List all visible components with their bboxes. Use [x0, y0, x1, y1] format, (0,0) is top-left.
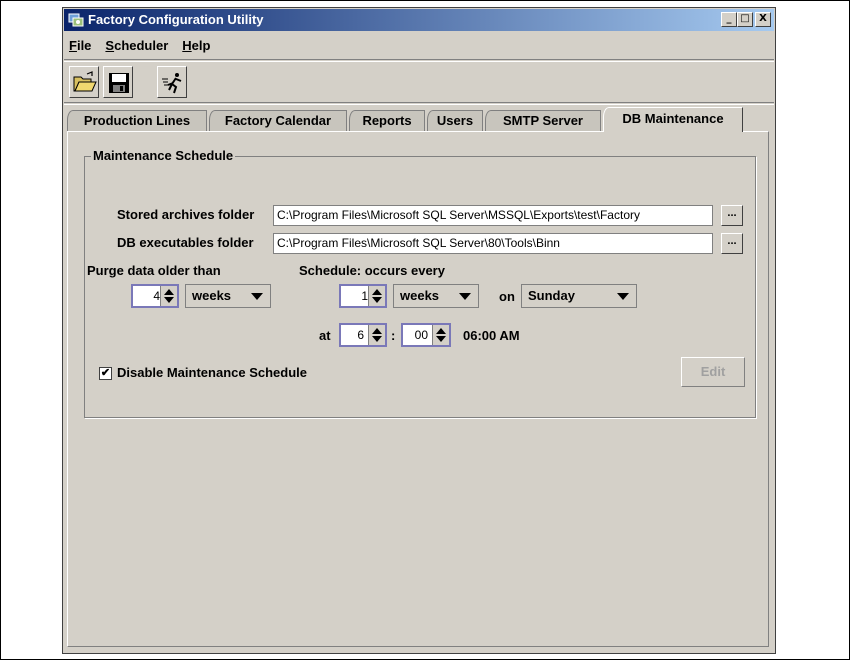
chevron-down-icon — [617, 293, 629, 300]
tab-users[interactable]: Users — [427, 110, 483, 131]
executables-label: DB executables folder — [117, 235, 254, 250]
chevron-down-icon — [251, 293, 263, 300]
menu-help[interactable]: Help — [182, 38, 210, 53]
floppy-disk-icon — [109, 73, 129, 93]
schedule-value: 1 — [361, 289, 368, 303]
time-colon: : — [391, 328, 396, 343]
toolbar-separator — [64, 102, 774, 105]
purge-unit-select[interactable]: weeks — [185, 284, 271, 308]
on-label: on — [499, 289, 515, 304]
archives-folder-input[interactable]: C:\Program Files\Microsoft SQL Server\MS… — [273, 205, 713, 226]
edit-button[interactable]: Edit — [681, 357, 745, 387]
archives-label: Stored archives folder — [117, 207, 255, 222]
open-button[interactable] — [69, 66, 99, 98]
save-button[interactable] — [103, 66, 133, 98]
executables-folder-input[interactable]: C:\Program Files\Microsoft SQL Server\80… — [273, 233, 713, 254]
purge-value: 4 — [153, 289, 160, 303]
tab-smtp-server[interactable]: SMTP Server — [485, 110, 601, 131]
minute-spinner[interactable]: 00 — [401, 323, 451, 347]
tab-factory-calendar[interactable]: Factory Calendar — [209, 110, 347, 131]
title-bar[interactable]: Factory Configuration Utility _ □ X — [64, 9, 774, 31]
tab-reports[interactable]: Reports — [349, 110, 425, 131]
db-maintenance-panel: Maintenance Schedule Stored archives fol… — [67, 131, 769, 647]
menu-separator — [64, 59, 774, 62]
app-window: Factory Configuration Utility _ □ X File… — [62, 7, 776, 654]
day-value: Sunday — [528, 288, 575, 303]
checkmark-icon: ✔ — [100, 367, 111, 379]
menu-bar: File Scheduler Help — [69, 38, 210, 53]
close-button[interactable]: X — [755, 12, 771, 27]
purge-spinner[interactable]: 4 — [131, 284, 179, 308]
time-display: 06:00 AM — [463, 328, 520, 343]
tab-production-lines[interactable]: Production Lines — [67, 110, 207, 131]
schedule-unit-select[interactable]: weeks — [393, 284, 479, 308]
minute-value: 00 — [414, 328, 428, 342]
disable-schedule-label: Disable Maintenance Schedule — [117, 365, 308, 380]
spinner-arrows-icon[interactable] — [368, 286, 385, 306]
purge-label: Purge data older than — [87, 263, 221, 278]
running-man-icon — [162, 73, 182, 94]
at-label: at — [319, 328, 331, 343]
app-icon — [68, 13, 84, 27]
spinner-arrows-icon[interactable] — [432, 325, 449, 345]
chevron-down-icon — [459, 293, 471, 300]
minimize-button[interactable]: _ — [721, 12, 737, 27]
day-select[interactable]: Sunday — [521, 284, 637, 308]
window-title: Factory Configuration Utility — [88, 12, 264, 27]
menu-scheduler[interactable]: Scheduler — [105, 38, 168, 53]
run-button[interactable] — [157, 66, 187, 98]
maintenance-schedule-group: Maintenance Schedule Stored archives fol… — [84, 148, 756, 418]
folder-open-icon — [73, 71, 97, 92]
schedule-unit-value: weeks — [400, 288, 440, 303]
disable-schedule-checkbox[interactable]: ✔ — [99, 367, 112, 380]
tab-bar: Production Lines Factory Calendar Report… — [63, 107, 775, 132]
spinner-arrows-icon[interactable] — [368, 325, 385, 345]
schedule-label: Schedule: occurs every — [299, 263, 445, 278]
menu-file[interactable]: File — [69, 38, 91, 53]
hour-spinner[interactable]: 6 — [339, 323, 387, 347]
hour-value: 6 — [357, 328, 364, 342]
window-controls: _ □ X — [721, 12, 771, 27]
browse-executables-button[interactable]: ... — [721, 233, 743, 254]
browse-archives-button[interactable]: ... — [721, 205, 743, 226]
tab-db-maintenance[interactable]: DB Maintenance — [603, 107, 743, 132]
maximize-button[interactable]: □ — [737, 12, 753, 27]
group-title: Maintenance Schedule — [91, 148, 236, 163]
spinner-arrows-icon[interactable] — [160, 286, 177, 306]
schedule-spinner[interactable]: 1 — [339, 284, 387, 308]
purge-unit-value: weeks — [192, 288, 232, 303]
